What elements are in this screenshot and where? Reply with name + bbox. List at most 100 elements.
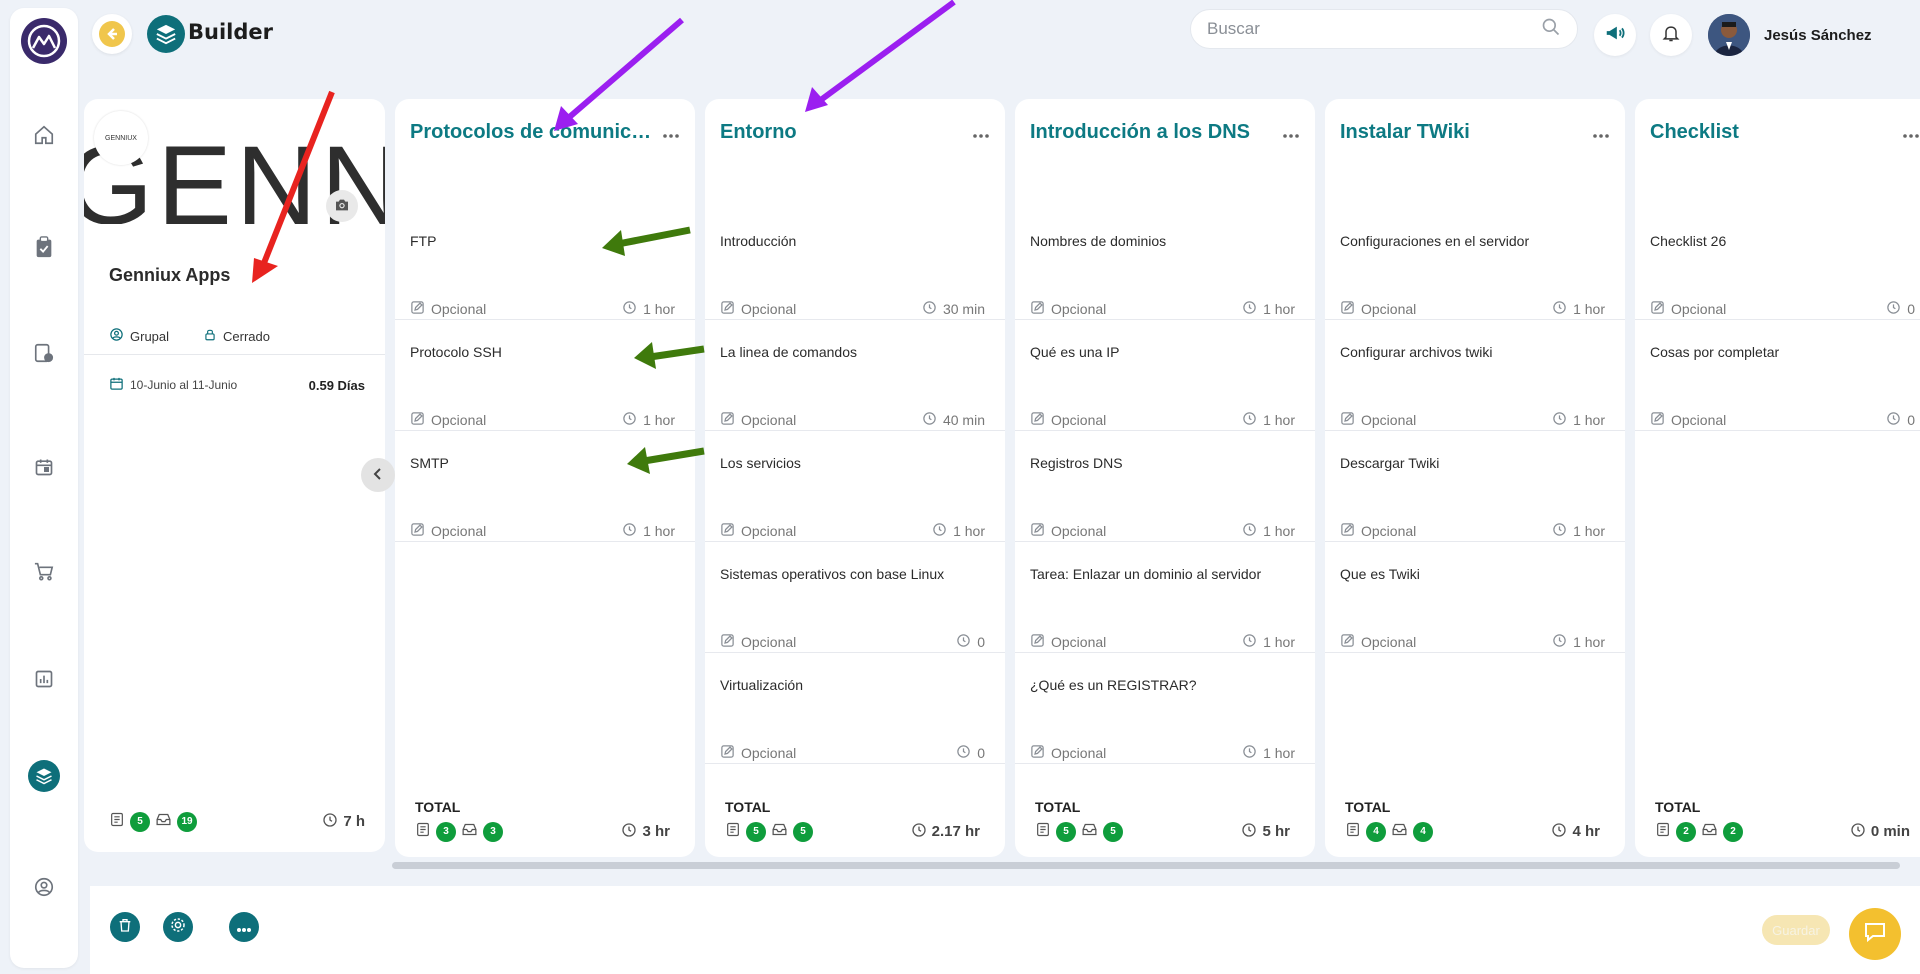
edit-icon[interactable] [1030,633,1045,651]
edit-icon[interactable] [410,300,425,318]
left-rail [10,8,78,968]
edit-icon[interactable] [1030,522,1045,540]
task-card[interactable]: Checklist 26 Opcional 0 [1635,209,1920,320]
task-card[interactable]: Tarea: Enlazar un dominio al servidor Opc… [1015,542,1315,653]
settings-button[interactable] [163,912,193,942]
task-card[interactable]: Nombres de dominios Opcional 1 hor [1015,209,1315,320]
access-item[interactable]: Cerrado [203,327,270,345]
search-input[interactable] [1207,19,1541,39]
task-card[interactable]: Descargar Twiki Opcional 1 hor [1325,431,1625,542]
chat-button[interactable] [1849,908,1901,960]
column-title[interactable]: Entorno [720,121,797,144]
clock-icon [1552,300,1567,318]
edit-icon[interactable] [1340,300,1355,318]
inbox-icon [771,822,788,841]
clipboard-check-icon[interactable] [29,232,59,262]
task-tag: Opcional [1051,523,1107,539]
edit-icon[interactable] [1650,300,1665,318]
clock-icon [932,522,947,540]
task-title: Qué es una IP [1030,344,1120,360]
task-card[interactable]: Configurar archivos twiki Opcional 1 hor [1325,320,1625,431]
user-name[interactable]: Jesús Sánchez [1764,27,1872,44]
edit-icon[interactable] [1650,411,1665,429]
edit-icon[interactable] [1340,522,1355,540]
task-card[interactable]: Registros DNS Opcional 1 hor [1015,431,1315,542]
chart-icon[interactable] [29,664,59,694]
edit-icon[interactable] [1030,300,1045,318]
edit-icon[interactable] [1030,744,1045,762]
task-card[interactable]: Configuraciones en el servidor Opcional 1 … [1325,209,1625,320]
collapse-panel-button[interactable] [361,458,395,492]
arrow-left-icon [99,21,125,47]
task-card[interactable]: Protocolo SSH Opcional 1 hor [395,320,695,431]
task-duration: 40 min [942,412,985,428]
column-options-button[interactable] [969,123,993,143]
task-card[interactable]: La linea de comandos Opcional 40 min [705,320,1005,431]
document-user-icon[interactable] [29,338,59,368]
edit-icon[interactable] [1340,633,1355,651]
mode-item[interactable]: Grupal [109,327,169,345]
column-title[interactable]: Checklist [1650,121,1739,144]
clock-icon [1242,300,1257,318]
clock-icon [911,822,927,842]
notifications-button[interactable] [1650,14,1692,56]
horizontal-scrollbar[interactable] [392,862,1900,869]
search-icon[interactable] [1541,17,1561,41]
column-options-button[interactable] [659,123,683,143]
date-range-row[interactable]: 10-Junio al 11-Junio 0.59 Días [109,376,365,394]
edit-icon[interactable] [720,633,735,651]
announcements-button[interactable] [1594,14,1636,56]
task-title: ¿Qué es un REGISTRAR? [1030,677,1197,693]
ellipsis-icon [236,918,252,937]
home-icon[interactable] [29,120,59,150]
task-card[interactable]: SMTP Opcional 1 hor [395,431,695,542]
edit-icon[interactable] [1030,411,1045,429]
cart-icon[interactable] [29,556,59,586]
edit-icon[interactable] [720,522,735,540]
task-duration: 1 hor [1573,634,1605,650]
layers-icon[interactable] [28,760,60,792]
task-card[interactable]: FTP Opcional 1 hor [395,209,695,320]
column-title[interactable]: Instalar TWiki [1340,121,1470,144]
task-duration: 1 hor [643,412,675,428]
calendar-icon[interactable] [29,452,59,482]
task-tag: Opcional [431,523,487,539]
edit-icon[interactable] [410,411,425,429]
column-title[interactable]: Protocolos de comunicación [410,121,655,144]
task-card[interactable]: Cosas por completar Opcional 0 [1635,320,1920,431]
docs-count-badge: 4 [1366,821,1386,842]
column-title[interactable]: Introducción a los DNS [1030,121,1250,144]
column-options-button[interactable] [1589,123,1613,143]
edit-icon[interactable] [720,300,735,318]
task-footer: Opcional 40 min [720,411,985,429]
delete-button[interactable] [110,912,140,942]
board-column: Checklist Checklist 26 Opcional 0 Cosas por … [1635,99,1920,857]
app-logo-icon[interactable] [21,18,67,64]
task-card[interactable]: Virtualización Opcional 0 [705,653,1005,764]
back-button[interactable] [92,14,132,54]
column-options-button[interactable] [1899,123,1920,143]
edit-icon[interactable] [410,522,425,540]
edit-icon[interactable] [720,744,735,762]
task-card[interactable]: Introducción Opcional 30 min [705,209,1005,320]
task-card[interactable]: Los servicios Opcional 1 hor [705,431,1005,542]
task-card[interactable]: Qué es una IP Opcional 1 hor [1015,320,1315,431]
task-card[interactable]: ¿Qué es un REGISTRAR? Opcional 1 hor [1015,653,1315,764]
edit-icon[interactable] [1340,411,1355,429]
docs-count-badge: 5 [130,811,150,832]
task-card[interactable]: Sistemas operativos con base Linux Opcion… [705,542,1005,653]
user-circle-icon[interactable] [29,872,59,902]
search-box[interactable] [1190,9,1578,49]
project-name[interactable]: Genniux Apps [109,265,230,286]
avatar[interactable] [1708,14,1750,56]
column-options-button[interactable] [1279,123,1303,143]
task-card[interactable]: Que es Twiki Opcional 1 hor [1325,542,1625,653]
camera-icon [334,197,350,216]
change-photo-button[interactable] [326,190,358,222]
save-button[interactable]: Guardar [1762,915,1830,945]
edit-icon[interactable] [720,411,735,429]
task-tag: Opcional [1361,301,1417,317]
task-tag: Opcional [741,745,797,761]
task-tag: Opcional [1361,412,1417,428]
more-options-button[interactable] [229,912,259,942]
